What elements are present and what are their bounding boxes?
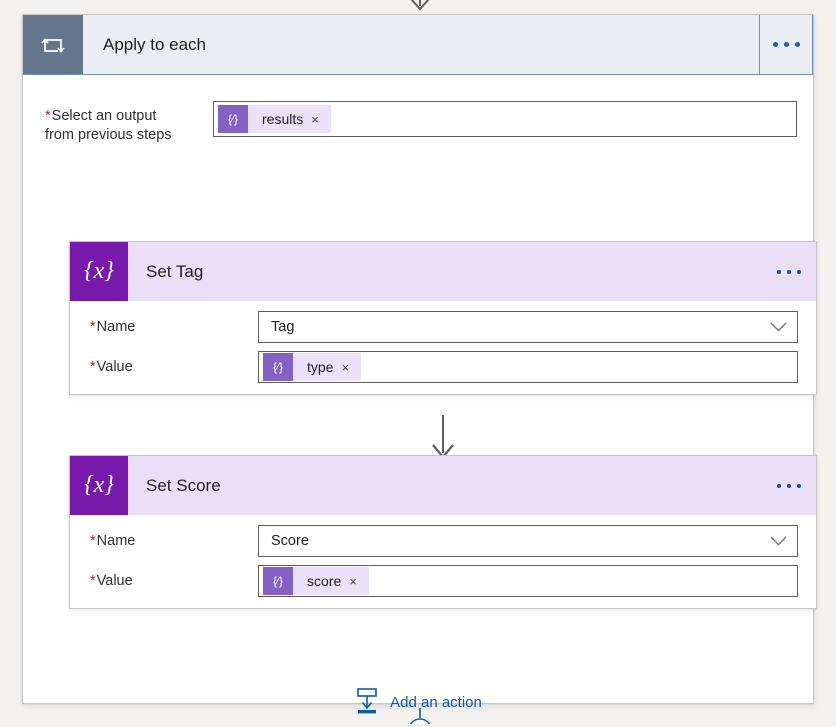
action-title: Set Score [146,475,221,495]
token-label: type [307,359,334,375]
field-row-name: *Name Score [70,525,816,557]
required-marker: * [90,533,96,549]
expression-icon: {⁄} [263,567,293,595]
required-marker: * [45,108,51,124]
select-output-label-line1: Select an output [51,108,157,124]
action-body-set-score: *Name Score *Value {⁄} score × [70,515,816,597]
name-dropdown-set-tag[interactable]: Tag [258,311,798,343]
variable-icon: {x} [70,242,128,301]
field-row-name: *Name Tag [70,311,816,343]
action-card-set-tag[interactable]: {x} Set Tag *Name Tag *Value {⁄} type × [69,241,817,395]
field-row-value: *Value {⁄} score × [70,565,816,597]
field-label-name: *Name [90,533,258,549]
field-row-value: *Value {⁄} type × [70,351,816,383]
select-output-row: *Select an output from previous steps {⁄… [23,75,813,145]
loop-icon [23,15,83,74]
action-header-set-score[interactable]: {x} Set Score [70,456,816,515]
variable-icon: {x} [70,456,128,515]
scope-body: *Select an output from previous steps {⁄… [23,75,817,714]
select-output-input[interactable]: {⁄} results × [213,101,797,137]
name-dropdown-set-score[interactable]: Score [258,525,798,557]
token-chip-type[interactable]: {⁄} type × [263,353,362,381]
field-label-value: *Value [90,359,258,375]
field-label-text: Name [96,533,136,549]
value-input-set-tag[interactable]: {⁄} type × [258,351,798,383]
expression-icon: {⁄} [218,105,248,133]
token-chip-score[interactable]: {⁄} score × [263,567,369,595]
arrow-down-icon [410,0,430,11]
dropdown-value: Score [271,533,309,549]
scope-header[interactable]: Apply to each [23,15,813,75]
dropdown-value: Tag [271,319,295,335]
action-menu-button-set-score[interactable] [762,456,816,515]
chevron-down-icon[interactable] [770,536,787,546]
value-input-set-score[interactable]: {⁄} score × [258,565,798,597]
token-label: score [307,573,342,589]
ellipsis-icon [777,269,801,274]
action-body-set-tag: *Name Tag *Value {⁄} type × [70,301,816,383]
required-marker: * [90,319,96,335]
field-label-text: Value [96,573,133,589]
connector-top [0,0,836,14]
connector-bottom[interactable] [0,708,836,727]
field-label-name: *Name [90,319,258,335]
token-chip-results[interactable]: {⁄} results × [218,105,331,133]
token-remove-button[interactable]: × [339,361,361,374]
required-marker: * [90,573,96,589]
token-remove-button[interactable]: × [309,113,331,126]
action-card-set-score[interactable]: {x} Set Score *Name Score *Value {⁄} sco… [69,455,817,609]
action-menu-button-set-tag[interactable] [762,242,816,301]
ellipsis-icon [777,483,801,488]
scope-title: Apply to each [83,15,760,74]
scope-menu-button[interactable] [760,15,812,74]
required-marker: * [90,359,96,375]
add-circle-icon[interactable] [408,718,432,727]
token-remove-button[interactable]: × [347,575,369,588]
apply-to-each-scope-card[interactable]: Apply to each *Select an output from pre… [22,14,817,714]
field-label-value: *Value [90,573,258,589]
expression-icon: {⁄} [263,353,293,381]
select-output-label-line2: from previous steps [45,127,172,143]
field-label-text: Value [96,359,133,375]
select-output-label: *Select an output from previous steps [45,101,213,145]
token-label: results [262,111,304,127]
chevron-down-icon[interactable] [770,322,787,332]
field-label-text: Name [96,319,136,335]
action-header-set-tag[interactable]: {x} Set Tag [70,242,816,301]
action-title: Set Tag [146,261,204,281]
ellipsis-icon [772,42,800,47]
